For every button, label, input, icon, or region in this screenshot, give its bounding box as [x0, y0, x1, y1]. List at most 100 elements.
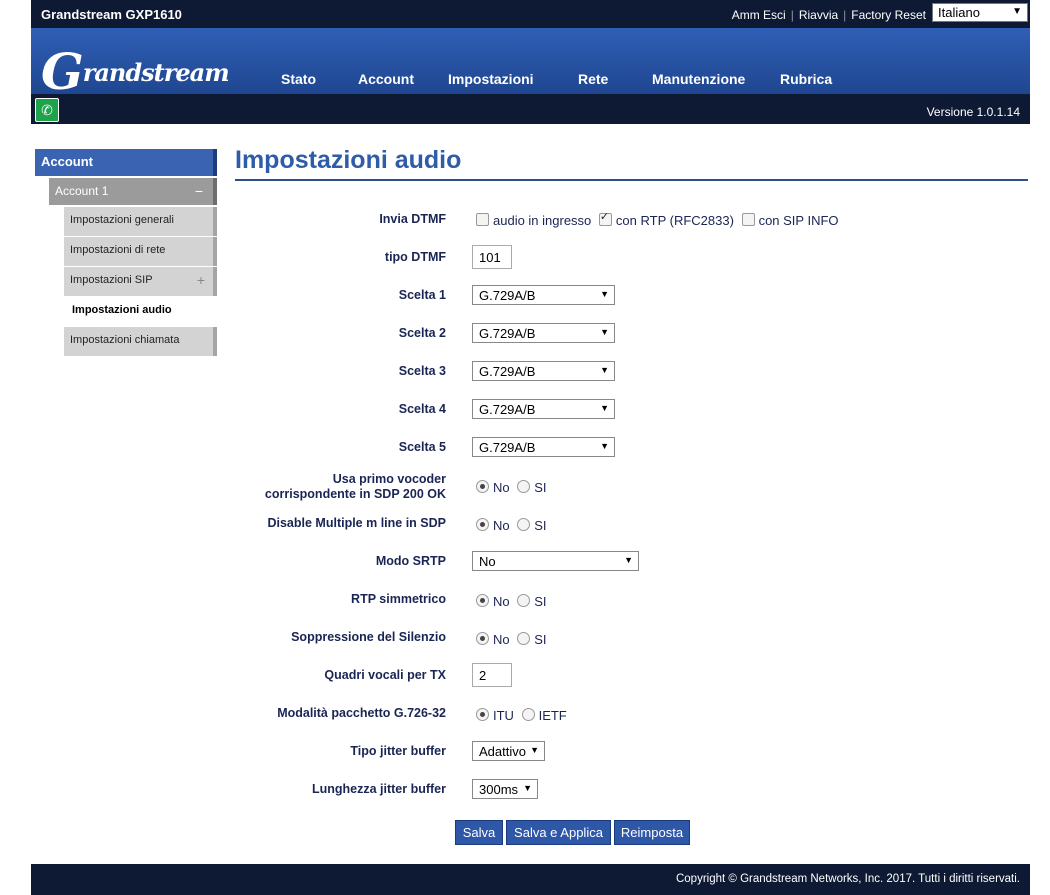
- save-apply-button[interactable]: Salva e Applica: [506, 820, 611, 845]
- status-bar: ✆ Versione 1.0.1.14: [31, 94, 1030, 124]
- chevron-down-icon: ▼: [600, 327, 609, 337]
- radio-label: No: [493, 632, 510, 647]
- checkbox-audio-ingresso[interactable]: [476, 213, 489, 226]
- radio-vocoder-no[interactable]: [476, 480, 489, 493]
- chevron-down-icon: ▼: [600, 441, 609, 451]
- nav-stato[interactable]: Stato: [281, 71, 316, 87]
- select-value: No: [479, 554, 496, 569]
- nav-account[interactable]: Account: [358, 71, 414, 87]
- language-value: Italiano: [938, 5, 980, 20]
- scelta-5-select[interactable]: G.729A/B ▼: [472, 437, 615, 457]
- checkbox-label: con RTP (RFC2833): [615, 213, 734, 228]
- label-scelta-3: Scelta 3: [398, 364, 446, 378]
- scelta-1-select[interactable]: G.729A/B ▼: [472, 285, 615, 305]
- select-value: G.729A/B: [479, 364, 536, 379]
- select-value: Adattivo: [479, 744, 526, 759]
- label-scelta-2: Scelta 2: [398, 326, 446, 340]
- radio-silenzio-no[interactable]: [476, 632, 489, 645]
- jitter-len-select[interactable]: 300ms ▼: [472, 779, 538, 799]
- label-g726: Modalità pacchetto G.726-32: [277, 706, 446, 720]
- radio-label: No: [493, 594, 510, 609]
- page-title: Impostazioni audio: [235, 146, 462, 174]
- label-tipo-dtmf: tipo DTMF: [384, 250, 446, 264]
- label-modo-srtp: Modo SRTP: [375, 554, 446, 568]
- invia-dtmf-options: audio in ingresso con RTP (RFC2833) con …: [476, 210, 839, 228]
- factory-reset-link[interactable]: Factory Reset: [851, 8, 926, 22]
- nav-rete[interactable]: Rete: [578, 71, 608, 87]
- radio-silenzio-si[interactable]: [517, 632, 531, 645]
- radio-g726-ietf[interactable]: [521, 708, 535, 721]
- scelta-3-select[interactable]: G.729A/B ▼: [472, 361, 615, 381]
- label-scelta-5: Scelta 5: [398, 440, 446, 454]
- label-vocoder: Usa primo vocoder corrispondente in SDP 2…: [264, 472, 446, 501]
- scelta-4-select[interactable]: G.729A/B ▼: [472, 399, 615, 419]
- label-invia-dtmf: Invia DTMF: [379, 212, 446, 226]
- sidebar-item-label: Impostazioni SIP: [70, 274, 153, 286]
- collapse-icon[interactable]: −: [195, 178, 203, 205]
- radio-rtp-si[interactable]: [517, 594, 531, 607]
- top-links: Amm Esci | Riavvia | Factory Reset: [731, 8, 926, 22]
- radio-label: SI: [534, 594, 547, 609]
- chevron-down-icon: ▼: [1012, 6, 1022, 17]
- checkbox-rtp[interactable]: [598, 210, 612, 226]
- radio-label: IETF: [538, 708, 567, 723]
- jitter-tipo-select[interactable]: Adattivo ▼: [472, 741, 545, 761]
- select-value: 300ms: [479, 782, 519, 797]
- radio-rtp-no[interactable]: [476, 594, 489, 607]
- label-rtp-simmetrico: RTP simmetrico: [351, 592, 446, 606]
- radio-label: ITU: [493, 708, 514, 723]
- checkbox-label: audio in ingresso: [493, 213, 592, 228]
- select-value: G.729A/B: [479, 326, 536, 341]
- checkbox-sip-info[interactable]: [741, 213, 755, 226]
- header-banner: Grandstream Stato Account Impostazioni R…: [31, 28, 1030, 101]
- label-scelta-1: Scelta 1: [398, 288, 446, 302]
- quadri-vocali-input[interactable]: 2: [472, 663, 512, 687]
- reset-button[interactable]: Reimposta: [614, 820, 690, 845]
- label-multiple-mline: Disable Multiple m line in SDP: [267, 516, 446, 530]
- label-soppressione-silenzio: Soppressione del Silenzio: [291, 630, 446, 644]
- radio-label: SI: [534, 632, 547, 647]
- sidebar-section-account[interactable]: Account: [35, 149, 217, 176]
- chevron-down-icon: ▼: [523, 783, 532, 793]
- logout-link[interactable]: Amm Esci: [732, 8, 786, 22]
- label-quadri-vocali: Quadri vocali per TX: [324, 668, 446, 682]
- select-value: G.729A/B: [479, 402, 536, 417]
- chevron-down-icon: ▼: [530, 745, 539, 755]
- radio-label: No: [493, 480, 510, 495]
- nav-manutenzione[interactable]: Manutenzione: [652, 71, 745, 87]
- radio-label: SI: [534, 480, 547, 495]
- checkbox-label: con SIP INFO: [758, 213, 839, 228]
- chevron-down-icon: ▼: [600, 289, 609, 299]
- srtp-select[interactable]: No ▼: [472, 551, 639, 571]
- phone-icon[interactable]: ✆: [35, 98, 59, 122]
- reboot-link[interactable]: Riavvia: [799, 8, 838, 22]
- chevron-down-icon: ▼: [600, 403, 609, 413]
- copyright-text: Copyright © Grandstream Networks, Inc. 2…: [675, 873, 1020, 885]
- select-value: G.729A/B: [479, 288, 536, 303]
- sidebar-group-account-1[interactable]: Account 1 −: [49, 178, 217, 205]
- label-lunghezza-jitter: Lunghezza jitter buffer: [311, 782, 446, 796]
- radio-g726-itu[interactable]: [476, 708, 489, 721]
- title-divider: [235, 179, 1028, 181]
- radio-label: No: [493, 518, 510, 533]
- label-scelta-4: Scelta 4: [398, 402, 446, 416]
- scelta-2-select[interactable]: G.729A/B ▼: [472, 323, 615, 343]
- nav-impostazioni[interactable]: Impostazioni: [448, 71, 534, 87]
- footer: Copyright © Grandstream Networks, Inc. 2…: [31, 864, 1030, 895]
- label-tipo-jitter: Tipo jitter buffer: [350, 744, 446, 758]
- chevron-down-icon: ▼: [624, 555, 633, 565]
- sidebar-group-label: Account 1: [55, 184, 109, 198]
- select-value: G.729A/B: [479, 440, 536, 455]
- radio-mline-si[interactable]: [517, 518, 531, 531]
- tipo-dtmf-input[interactable]: 101: [472, 245, 512, 269]
- save-button[interactable]: Salva: [455, 820, 503, 845]
- radio-vocoder-si[interactable]: [517, 480, 531, 493]
- nav-rubrica[interactable]: Rubrica: [780, 71, 832, 87]
- radio-label: SI: [534, 518, 547, 533]
- chevron-down-icon: ▼: [600, 365, 609, 375]
- model-name: Grandstream GXP1610: [41, 7, 182, 22]
- brand-logo: Grandstream: [41, 42, 230, 101]
- language-select[interactable]: Italiano ▼: [932, 3, 1028, 22]
- top-bar: Grandstream GXP1610 Amm Esci | Riavvia | Fac…: [31, 0, 1030, 28]
- radio-mline-no[interactable]: [476, 518, 489, 531]
